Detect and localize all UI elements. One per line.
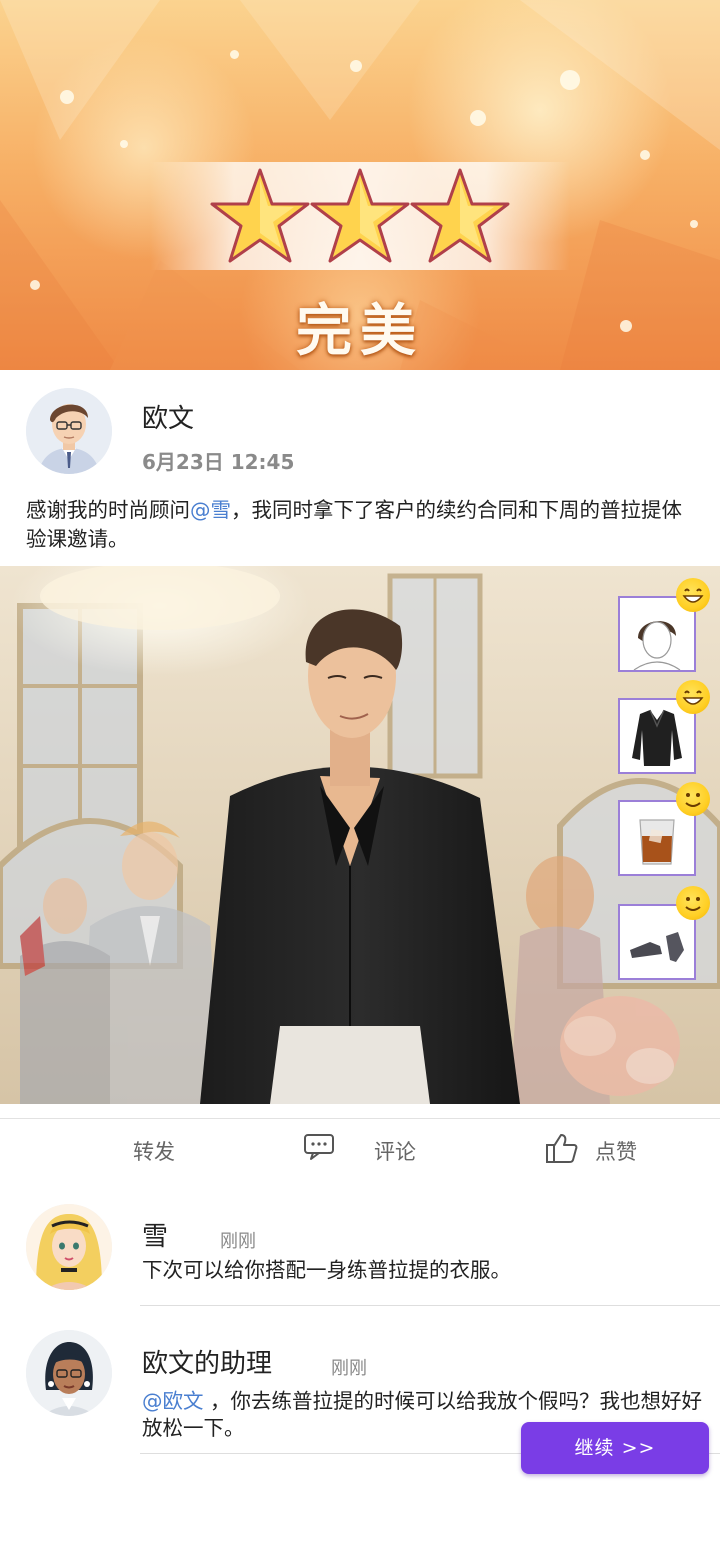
- assistant-avatar-icon: [26, 1330, 112, 1416]
- smile-emoji-icon: [676, 782, 710, 816]
- smile-emoji-icon: [676, 886, 710, 920]
- comment-author[interactable]: 雪: [142, 1216, 168, 1253]
- sparkle: [560, 70, 580, 90]
- grin-emoji-icon: [676, 680, 710, 714]
- man-with-glasses-avatar-icon: [26, 388, 112, 474]
- sparkle: [640, 150, 650, 160]
- comment-button[interactable]: 评论: [374, 1136, 416, 1166]
- sparkle: [470, 110, 486, 126]
- sparkle: [120, 140, 128, 148]
- rating-word: 完美: [296, 298, 424, 364]
- actions-divider: [0, 1118, 720, 1119]
- share-button[interactable]: 转发: [133, 1136, 175, 1166]
- sparkle: [350, 60, 362, 72]
- author-name[interactable]: 欧文: [142, 398, 194, 435]
- blonde-girl-avatar-icon: [26, 1204, 112, 1290]
- rating-banner: 完美: [0, 0, 720, 370]
- ballroom-scene-illustration: [0, 566, 720, 1104]
- comment-icon[interactable]: [303, 1132, 335, 1166]
- author-avatar[interactable]: [26, 388, 112, 474]
- rating-star-1: [210, 168, 310, 263]
- sparkle: [690, 220, 698, 228]
- post-image-scene: [0, 566, 720, 1104]
- comment-author[interactable]: 欧文的助理: [142, 1343, 272, 1380]
- sparkle: [60, 90, 74, 104]
- screen: 完美 欧文 6月23日 12:45 感谢我的时尚顾问@雪，我同时拿下了客户的续约…: [0, 0, 720, 1565]
- commenter-avatar[interactable]: [26, 1204, 112, 1290]
- comment-time: 刚刚: [220, 1231, 256, 1252]
- grin-emoji-icon: [676, 578, 710, 612]
- rating-star-2: [310, 168, 410, 263]
- thumbs-up-icon[interactable]: [545, 1132, 579, 1168]
- post-text-part: 感谢我的时尚顾问: [26, 498, 190, 522]
- comment-mention-link[interactable]: @欧文: [142, 1389, 204, 1413]
- commenter-avatar[interactable]: [26, 1330, 112, 1416]
- comment-divider: [140, 1305, 720, 1306]
- post-timestamp: 6月23日 12:45: [142, 450, 295, 474]
- comment-text: 下次可以给你搭配一身练普拉提的衣服。: [142, 1258, 511, 1282]
- rating-star-3: [410, 168, 510, 263]
- like-button[interactable]: 点赞: [595, 1136, 637, 1166]
- continue-button[interactable]: 继续 >>: [521, 1422, 709, 1474]
- sparkle: [230, 50, 239, 59]
- comment-time: 刚刚: [331, 1358, 367, 1379]
- post-mention-link[interactable]: @雪: [190, 498, 231, 522]
- post-body: 感谢我的时尚顾问@雪，我同时拿下了客户的续约合同和下周的普拉提体验课邀请。: [26, 496, 696, 554]
